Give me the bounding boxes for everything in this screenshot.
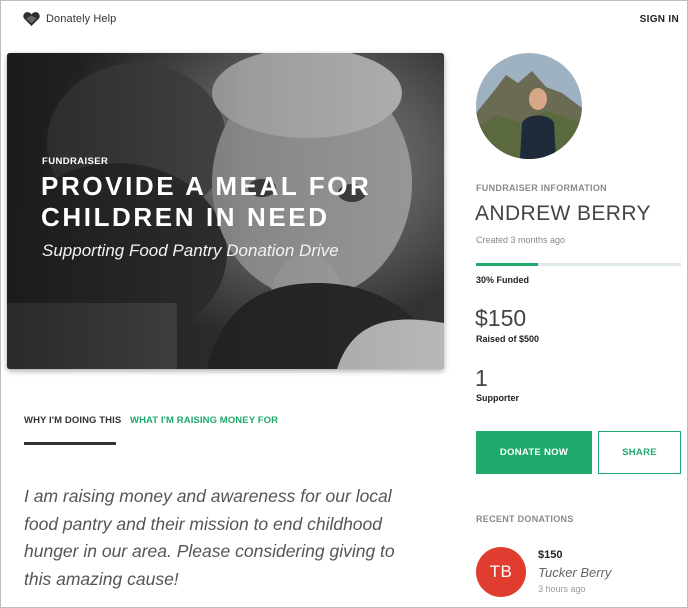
hero-kicker: FUNDRAISER	[42, 156, 109, 167]
supporter-count: 1	[475, 365, 488, 391]
tab-why[interactable]: WHY I'M DOING THIS	[24, 415, 122, 445]
sign-in-link[interactable]: SIGN IN	[640, 14, 679, 25]
share-button[interactable]: SHARE	[598, 431, 681, 474]
owner-photo	[476, 53, 582, 159]
tab-why-label: WHY I'M DOING THIS	[24, 415, 122, 426]
donor-avatar: TB	[476, 547, 526, 597]
fundraiser-title: PROVIDE A MEAL FOR CHILDREN IN NEED	[41, 171, 372, 232]
top-bar: Donately Help SIGN IN	[1, 1, 687, 39]
owner-avatar	[476, 53, 582, 159]
raised-amount: $150	[475, 305, 527, 331]
donor-name: Tucker Berry	[538, 565, 612, 580]
funded-percent: 30% Funded	[476, 275, 530, 285]
heart-logo-icon	[23, 12, 40, 26]
donation-item: TB $150 Tucker Berry 3 hours ago	[476, 547, 681, 599]
brand-name: Donately Help	[46, 13, 117, 25]
active-tab-indicator	[24, 442, 116, 445]
raised-goal: Raised of $500	[476, 334, 540, 344]
funding-progress-fill	[476, 263, 538, 266]
supporter-label: Supporter	[476, 393, 520, 403]
page-frame: Donately Help SIGN IN FUNDRAISER PROVIDE…	[0, 0, 688, 608]
donate-now-button[interactable]: DONATE NOW	[476, 431, 592, 474]
donation-amount: $150	[538, 549, 563, 561]
donation-time: 3 hours ago	[538, 584, 586, 594]
fundraiser-info-heading: FUNDRAISER INFORMATION	[476, 183, 607, 193]
tab-what[interactable]: WHAT I'M RAISING MONEY FOR	[130, 415, 278, 426]
story-text: I am raising money and awareness for our…	[24, 486, 395, 589]
tab-what-label: WHAT I'M RAISING MONEY FOR	[130, 415, 279, 426]
brand-logo[interactable]: Donately Help	[23, 11, 116, 27]
owner-name: ANDREW BERRY	[475, 202, 651, 225]
created-date: Created 3 months ago	[476, 235, 566, 245]
funding-progress-bar	[476, 263, 681, 266]
fundraiser-subtitle: Supporting Food Pantry Donation Drive	[42, 241, 339, 260]
recent-donations-heading: RECENT DONATIONS	[476, 514, 574, 524]
hero-banner: FUNDRAISER PROVIDE A MEAL FOR CHILDREN I…	[7, 53, 444, 369]
